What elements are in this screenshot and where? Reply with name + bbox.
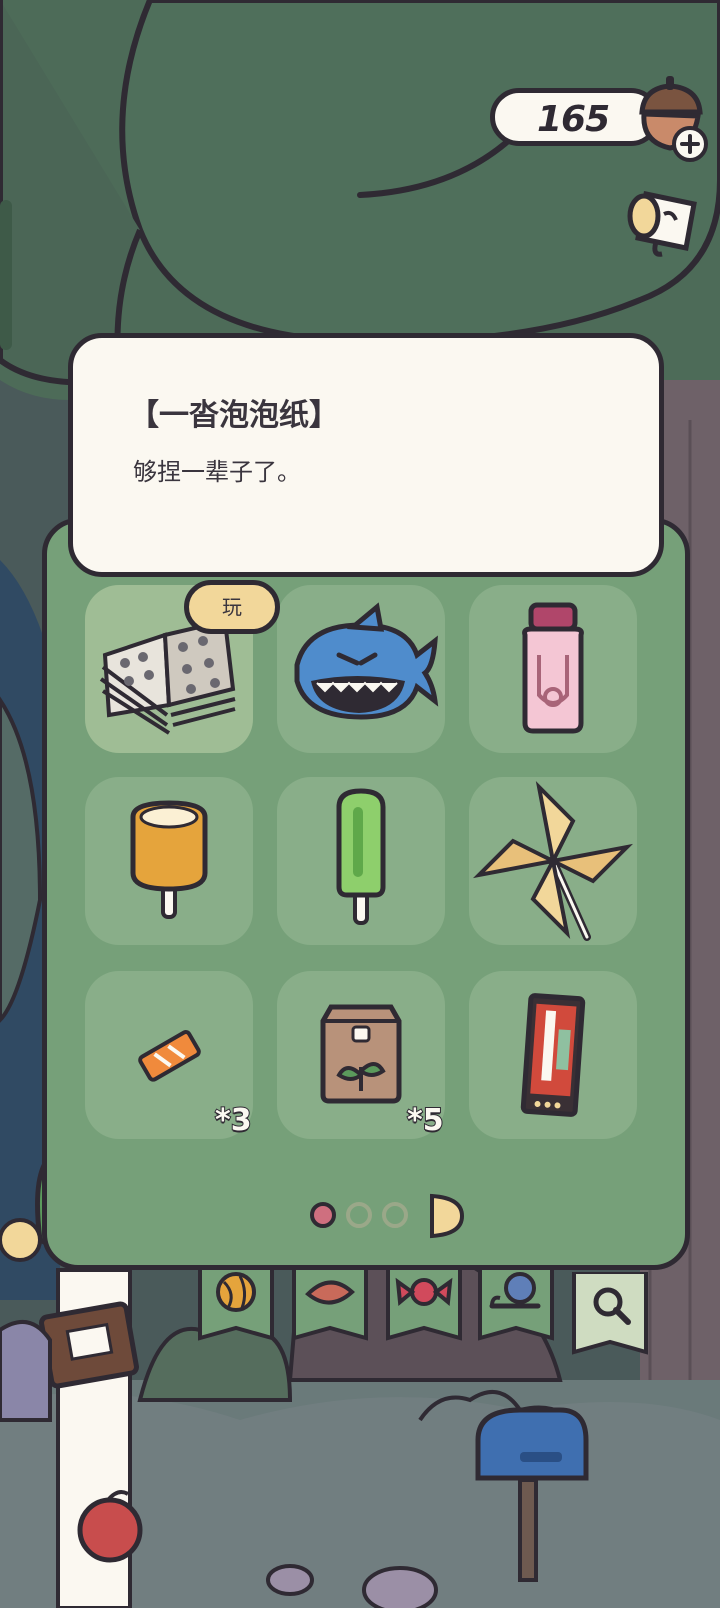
- ticket-count: *3: [214, 1102, 253, 1139]
- shark-toy-icon: [294, 602, 439, 720]
- acorn-icon: [639, 76, 708, 162]
- tab-snail[interactable]: [478, 1256, 554, 1348]
- next-page-button[interactable]: [426, 1192, 468, 1240]
- candy-icon: [386, 1256, 462, 1341]
- inventory-slot-snack-bar[interactable]: [469, 971, 637, 1139]
- acorn-count: 165: [537, 99, 610, 140]
- inventory-slot-pink-bottle[interactable]: [469, 585, 637, 753]
- add-acorn-button[interactable]: [628, 72, 712, 168]
- tab-leaf[interactable]: [292, 1256, 368, 1348]
- tab-search[interactable]: [572, 1270, 648, 1362]
- inventory-slot-shark-toy[interactable]: [277, 585, 445, 753]
- yarn-ball-icon: [198, 1256, 274, 1341]
- inventory-slot-pinwheel[interactable]: [469, 777, 637, 945]
- pink-bottle-icon: [522, 602, 584, 734]
- leaf-icon: [292, 1256, 368, 1341]
- pinwheel-icon: [473, 781, 633, 941]
- page-dot-2[interactable]: [346, 1202, 372, 1228]
- page-dot-1[interactable]: [310, 1202, 336, 1228]
- inventory-slot-green-popsicle[interactable]: [277, 777, 445, 945]
- item-description: 够捏一辈子了。: [133, 458, 301, 486]
- quest-scroll-button[interactable]: [616, 180, 706, 270]
- page-dot-3[interactable]: [382, 1202, 408, 1228]
- snack-bar-icon: [520, 993, 586, 1117]
- orange-popsicle-icon: [130, 800, 208, 919]
- item-title: 【一沓泡泡纸】: [129, 398, 339, 433]
- page-indicator: [310, 1192, 470, 1244]
- magnifier-icon: [572, 1270, 648, 1355]
- play-button[interactable]: 玩: [184, 580, 280, 634]
- green-popsicle-icon: [336, 788, 386, 925]
- next-page-icon: [430, 1193, 465, 1239]
- scroll-icon: [627, 191, 697, 257]
- tab-yarn[interactable]: [198, 1256, 274, 1348]
- inventory-panel: *3 *5: [42, 518, 690, 1270]
- snail-icon: [478, 1256, 554, 1341]
- item-description-card: 【一沓泡泡纸】 够捏一辈子了。: [68, 333, 664, 577]
- tab-candy[interactable]: [386, 1256, 462, 1348]
- seed-bag-count: *5: [406, 1102, 445, 1139]
- inventory-slot-orange-popsicle[interactable]: [85, 777, 253, 945]
